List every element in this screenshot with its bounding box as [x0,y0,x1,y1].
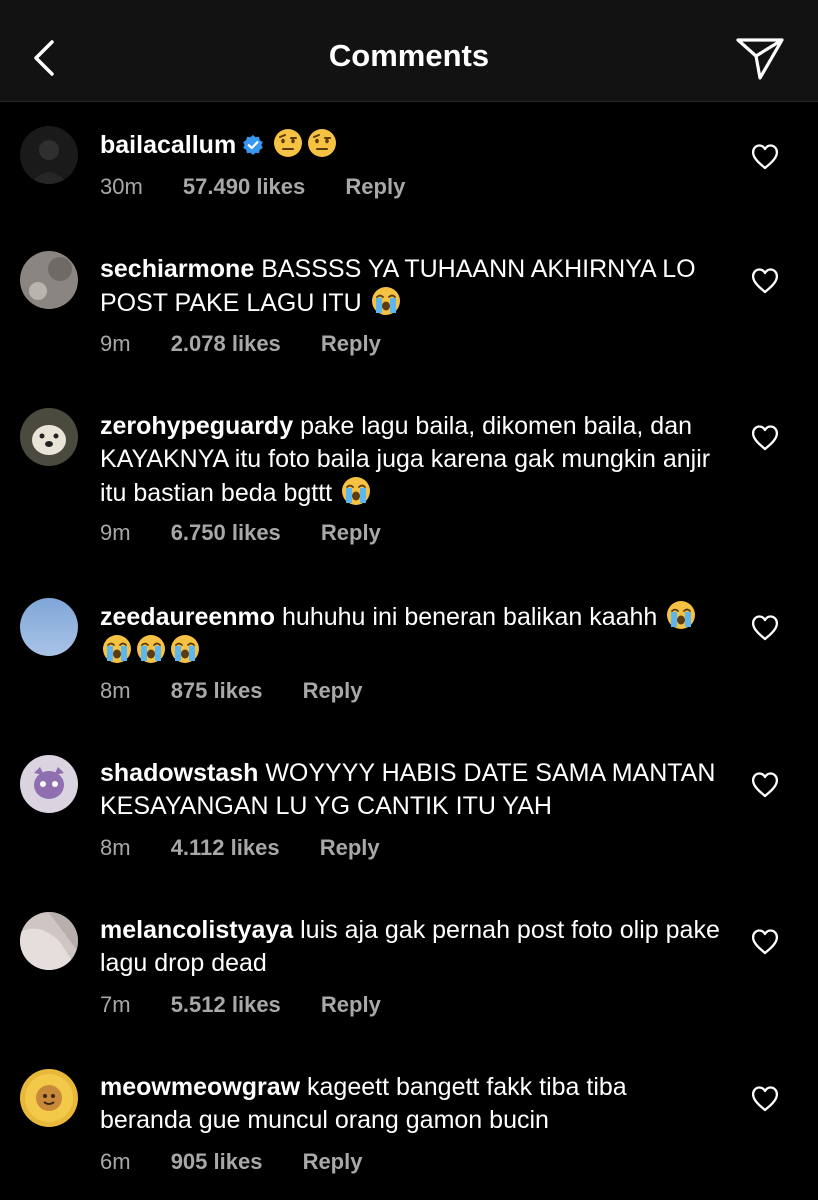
comment-username[interactable]: melancolistyaya [100,916,293,944]
comment-meta: 8m 4.112 likes Reply [100,835,380,861]
avatar[interactable] [20,251,78,309]
comment-meta: 9m 6.750 likes Reply [100,520,381,546]
loudly-crying-face-icon [667,601,696,629]
heart-icon [751,144,779,170]
reply-button[interactable]: Reply [321,331,381,357]
face-with-raised-eyebrow-icon [308,129,337,157]
comment-time: 6m [100,1149,131,1174]
comment-username[interactable]: sechiarmone [100,255,254,283]
loudly-crying-face-icon [371,287,400,315]
comment-likes[interactable]: 5.512 likes [171,992,281,1018]
heart-icon [751,1086,779,1112]
reply-button[interactable]: Reply [321,520,381,546]
reply-button[interactable]: Reply [321,992,381,1018]
heart-icon [751,268,779,294]
loudly-crying-face-icon [342,477,371,505]
comment-likes[interactable]: 57.490 likes [183,174,305,200]
comment-username[interactable]: bailacallum [100,131,236,159]
face-with-raised-eyebrow-icon [274,129,303,157]
comment-likes[interactable]: 2.078 likes [171,331,281,357]
like-button[interactable] [750,424,780,452]
comment-text: zerohypeguardy pake lagu baila, dikomen … [100,410,720,510]
comment-text: zeedaureenmo huhuhu ini beneran balikan … [100,600,720,668]
comment-meta: 8m 875 likes Reply [100,678,362,704]
comment-time: 30m [100,174,143,199]
comment-text: bailacallum [100,128,720,162]
avatar[interactable] [20,408,78,466]
comment-meta: 30m 57.490 likes Reply [100,174,405,200]
comment-likes[interactable]: 905 likes [171,1149,263,1175]
reply-button[interactable]: Reply [320,835,380,861]
heart-icon [751,772,779,798]
reply-button[interactable]: Reply [303,1149,363,1175]
avatar[interactable] [20,598,78,656]
heart-icon [751,615,779,641]
avatar[interactable] [20,912,78,970]
comment-username[interactable]: shadowstash [100,759,258,787]
loudly-crying-face-icon [137,635,165,663]
like-button[interactable] [750,1085,780,1113]
heart-icon [751,929,779,955]
comment-text: shadowstash WOYYYY HABIS DATE SAMA MANTA… [100,757,720,823]
like-button[interactable] [750,267,780,295]
like-button[interactable] [750,614,780,642]
heart-icon [751,425,779,451]
comment-likes[interactable]: 6.750 likes [171,520,281,546]
page-title: Comments [328,38,490,73]
comment-time: 7m [100,992,131,1017]
share-button[interactable] [730,32,790,84]
comment-likes[interactable]: 875 likes [171,678,263,704]
avatar[interactable] [20,755,78,813]
header-bar: Comments [0,0,818,102]
paper-plane-icon [736,38,784,80]
reply-button[interactable]: Reply [303,678,363,704]
like-button[interactable] [750,928,780,956]
like-button[interactable] [750,143,780,171]
avatar[interactable] [20,1069,78,1127]
comment-username[interactable]: meowmeowgraw [100,1073,300,1101]
comment-username[interactable]: zeedaureenmo [100,603,275,631]
comment-meta: 9m 2.078 likes Reply [100,331,381,357]
comment-time: 8m [100,835,131,860]
comment-time: 9m [100,331,131,356]
comment-text: melancolistyaya luis aja gak pernah post… [100,914,720,980]
comment-meta: 6m 905 likes Reply [100,1149,362,1175]
comment-body: huhuhu ini beneran balikan kaahh [282,603,658,631]
comment-meta: 7m 5.512 likes Reply [100,992,381,1018]
loudly-crying-face-icon [171,635,199,663]
loudly-crying-face-icon [103,635,131,663]
like-button[interactable] [750,771,780,799]
reply-button[interactable]: Reply [345,174,405,200]
comment-time: 9m [100,520,131,545]
comment-text: sechiarmone BASSSS YA TUHAANN AKHIRNYA L… [100,253,720,320]
comment-time: 8m [100,678,131,703]
comment-likes[interactable]: 4.112 likes [171,835,280,861]
comment-username[interactable]: zerohypeguardy [100,412,293,440]
avatar[interactable] [20,126,78,184]
comment-text: meowmeowgraw kageett bangett fakk tiba t… [100,1071,720,1137]
verified-badge-icon [243,135,263,155]
